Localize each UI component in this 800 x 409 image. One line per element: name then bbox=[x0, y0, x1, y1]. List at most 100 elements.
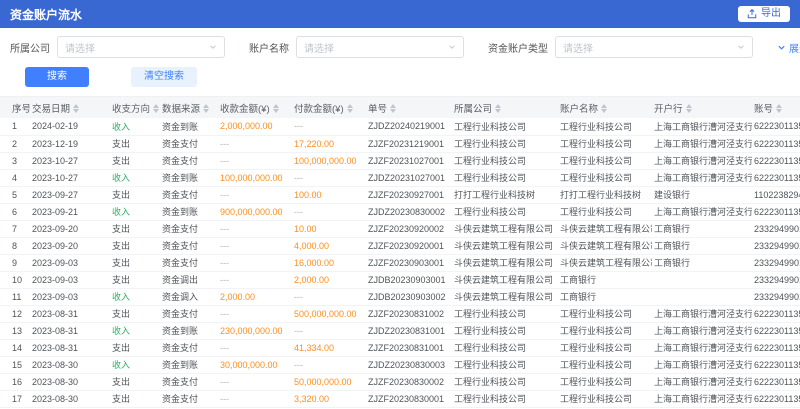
sort-icon[interactable] bbox=[601, 104, 607, 113]
column-header-date[interactable]: 交易日期 bbox=[30, 97, 110, 118]
column-header-direction[interactable]: 收支方向 bbox=[110, 97, 160, 118]
sort-icon[interactable] bbox=[73, 104, 79, 113]
account-type-filter-select[interactable]: 请选择 bbox=[555, 36, 753, 58]
account-name-filter-select[interactable]: 请选择 bbox=[296, 36, 464, 58]
cell-direction: 支出 bbox=[110, 339, 160, 356]
table-row: 92023-09-03支出资金支付---16,000.00ZJZF2023090… bbox=[0, 254, 800, 271]
sort-icon[interactable] bbox=[273, 104, 279, 113]
column-header-order_no[interactable]: 单号 bbox=[366, 97, 452, 118]
cell-company: 工程行业科技公司 bbox=[452, 152, 558, 169]
sort-icon[interactable] bbox=[686, 104, 692, 113]
column-header-account_no[interactable]: 账号 bbox=[752, 97, 800, 118]
cell-payment: 41,334.00 bbox=[292, 339, 366, 356]
cell-bank: 上海工商银行漕河泾支行 bbox=[652, 135, 752, 152]
cell-date: 2023-09-03 bbox=[30, 271, 110, 288]
chevron-down-icon bbox=[737, 43, 745, 51]
column-header-bank[interactable]: 开户行 bbox=[652, 97, 752, 118]
cell-company: 斗侠云建筑工程有限公司 bbox=[452, 288, 558, 305]
cell-direction: 收入 bbox=[110, 356, 160, 373]
cell-account_name: 工程行业科技公司 bbox=[558, 305, 652, 322]
cell-account_no: 62223011357216 bbox=[752, 305, 800, 322]
cell-account_no: 62223011357216 bbox=[752, 390, 800, 407]
cell-source: 资金到账 bbox=[160, 322, 218, 339]
cell-source: 资金调入 bbox=[160, 288, 218, 305]
cell-seq: 9 bbox=[0, 254, 30, 271]
column-header-label: 账号 bbox=[754, 104, 773, 115]
cell-bank: 上海工商银行漕河泾支行 bbox=[652, 203, 752, 220]
cell-date: 2023-09-20 bbox=[30, 220, 110, 237]
sort-icon[interactable] bbox=[495, 104, 501, 113]
cell-company: 工程行业科技公司 bbox=[452, 118, 558, 135]
cell-receipt: --- bbox=[218, 373, 292, 390]
cell-source: 资金支付 bbox=[160, 237, 218, 254]
cell-bank: 工商银行 bbox=[652, 254, 752, 271]
cell-direction: 支出 bbox=[110, 186, 160, 203]
cell-seq: 5 bbox=[0, 186, 30, 203]
sort-icon[interactable] bbox=[776, 104, 782, 113]
cell-date: 2023-09-21 bbox=[30, 203, 110, 220]
company-filter: 所属公司 请选择 bbox=[10, 36, 225, 58]
sort-icon[interactable] bbox=[390, 104, 396, 113]
column-header-account_name[interactable]: 账户名称 bbox=[558, 97, 652, 118]
cell-account_name: 工程行业科技公司 bbox=[558, 356, 652, 373]
table-row: 72023-09-20支出资金支付---10.00ZJZF20230920002… bbox=[0, 220, 800, 237]
column-header-label: 序号 bbox=[12, 104, 30, 115]
cell-seq: 14 bbox=[0, 339, 30, 356]
company-filter-select[interactable]: 请选择 bbox=[57, 36, 225, 58]
column-header-label: 单号 bbox=[368, 104, 387, 115]
table-row: 62023-09-21收入资金到账900,000,000.00---ZJDZ20… bbox=[0, 203, 800, 220]
export-button[interactable]: 导出 bbox=[738, 6, 790, 22]
filter-row: 所属公司 请选择 账户名称 请选择 资金账户类型 请选择 bbox=[10, 36, 790, 58]
cell-seq: 6 bbox=[0, 203, 30, 220]
export-button-label: 导出 bbox=[761, 9, 781, 19]
table-row: 22023-12-19支出资金支付---17,220.00ZJZF2023121… bbox=[0, 135, 800, 152]
cell-bank: 工商银行 bbox=[652, 220, 752, 237]
cell-order_no: ZJZF20230831001 bbox=[366, 339, 452, 356]
sort-icon[interactable] bbox=[347, 104, 353, 113]
cell-receipt: --- bbox=[218, 237, 292, 254]
chevron-down-icon bbox=[777, 43, 786, 52]
cell-company: 工程行业科技公司 bbox=[452, 203, 558, 220]
cell-account_no: 62223011357216 bbox=[752, 169, 800, 186]
cell-payment: 10.00 bbox=[292, 220, 366, 237]
column-header-company[interactable]: 所属公司 bbox=[452, 97, 558, 118]
column-header-label: 交易日期 bbox=[32, 104, 70, 115]
cell-source: 资金支付 bbox=[160, 254, 218, 271]
column-header-payment[interactable]: 付款金额(¥) bbox=[292, 97, 366, 118]
cell-date: 2023-08-31 bbox=[30, 305, 110, 322]
cell-company: 工程行业科技公司 bbox=[452, 373, 558, 390]
cell-company: 工程行业科技公司 bbox=[452, 169, 558, 186]
cell-source: 资金支付 bbox=[160, 220, 218, 237]
sort-icon[interactable] bbox=[153, 104, 159, 113]
flow-table-container: 序号交易日期 收支方向数据来源收款金额(¥)付款金额(¥) 单号 所属公司 账户名称开户… bbox=[0, 97, 800, 408]
sort-icon[interactable] bbox=[203, 104, 209, 113]
cell-date: 2023-09-03 bbox=[30, 288, 110, 305]
cell-seq: 10 bbox=[0, 271, 30, 288]
cell-payment: --- bbox=[292, 118, 366, 135]
cell-seq: 1 bbox=[0, 118, 30, 135]
cell-account_name: 斗侠云建筑工程有限公司 bbox=[558, 237, 652, 254]
cell-payment: --- bbox=[292, 288, 366, 305]
search-button[interactable]: 搜索 bbox=[25, 67, 89, 87]
flow-table: 序号交易日期 收支方向数据来源收款金额(¥)付款金额(¥) 单号 所属公司 账户名称开户… bbox=[0, 97, 800, 408]
cell-receipt: 2,000,000.00 bbox=[218, 118, 292, 135]
clear-search-button[interactable]: 清空搜索 bbox=[131, 67, 197, 87]
cell-receipt: --- bbox=[218, 254, 292, 271]
column-header-label: 付款金额(¥) bbox=[294, 104, 344, 115]
column-header-label: 开户行 bbox=[654, 104, 683, 115]
cell-account_no: 23329499011235 bbox=[752, 288, 800, 305]
cell-payment: 100.00 bbox=[292, 186, 366, 203]
table-row: 162023-08-30支出资金支付---50,000,000.00ZJZF20… bbox=[0, 373, 800, 390]
cell-order_no: ZJDZ20231027001 bbox=[366, 169, 452, 186]
filter-actions: 搜索 清空搜索 bbox=[25, 67, 790, 96]
table-row: 172023-08-30支出资金支付---3,320.00ZJZF2023083… bbox=[0, 390, 800, 407]
column-header-source[interactable]: 数据来源 bbox=[160, 97, 218, 118]
cell-direction: 支出 bbox=[110, 271, 160, 288]
cell-order_no: ZJZF20230903001 bbox=[366, 254, 452, 271]
cell-direction: 支出 bbox=[110, 254, 160, 271]
expand-filters-link[interactable]: 展开筛选 bbox=[777, 40, 800, 55]
cell-direction: 收入 bbox=[110, 203, 160, 220]
cell-company: 斗侠云建筑工程有限公司 bbox=[452, 237, 558, 254]
column-header-label: 所属公司 bbox=[454, 104, 492, 115]
column-header-receipt[interactable]: 收款金额(¥) bbox=[218, 97, 292, 118]
